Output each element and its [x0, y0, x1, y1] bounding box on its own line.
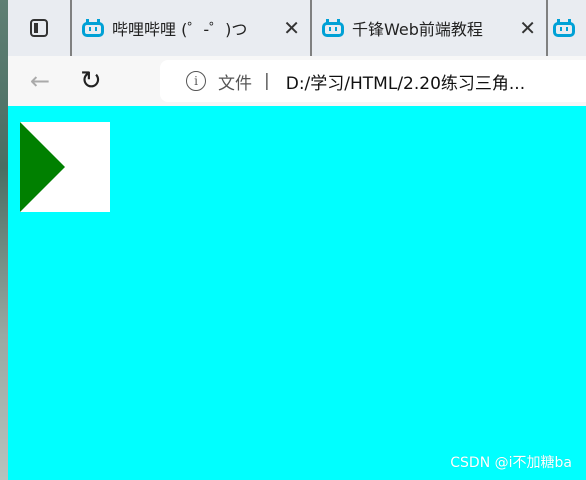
tab-partial[interactable]: [548, 0, 578, 56]
back-button[interactable]: ←: [30, 67, 80, 95]
tab-bilibili[interactable]: 哔哩哔哩 (゜-゜)つ ✕: [72, 0, 312, 56]
url-scheme-label: 文件: [218, 73, 252, 94]
tab-actions-icon: [30, 19, 48, 37]
desktop-background-strip: [0, 0, 8, 480]
white-box: [20, 122, 110, 212]
bilibili-tv-icon: [322, 19, 344, 37]
tab-qianfeng[interactable]: 千锋Web前端教程 ✕: [312, 0, 548, 56]
browser-window: 哔哩哔哩 (゜-゜)つ ✕ 千锋Web前端教程 ✕ ← ↻ i 文件 | D:/…: [8, 0, 586, 480]
csdn-watermark: CSDN @i不加糖ba: [450, 455, 572, 471]
refresh-button[interactable]: ↻: [80, 66, 122, 96]
url-separator: |: [264, 71, 270, 91]
bilibili-tv-icon: [82, 19, 104, 37]
green-triangle: [20, 122, 65, 212]
close-icon[interactable]: ✕: [283, 18, 300, 38]
bilibili-tv-icon: [553, 19, 575, 37]
page-content: CSDN @i不加糖ba: [8, 112, 586, 480]
tab-actions-button[interactable]: [8, 0, 72, 56]
tab-title: 哔哩哔哩 (゜-゜)つ: [112, 20, 248, 39]
info-icon[interactable]: i: [186, 71, 206, 91]
tab-title: 千锋Web前端教程: [352, 20, 483, 39]
url-field[interactable]: i 文件 | D:/学习/HTML/2.20练习三角...: [160, 60, 586, 102]
close-icon[interactable]: ✕: [519, 18, 536, 38]
tab-bar: 哔哩哔哩 (゜-゜)つ ✕ 千锋Web前端教程 ✕: [8, 0, 586, 56]
url-text[interactable]: D:/学习/HTML/2.20练习三角...: [286, 69, 525, 94]
address-bar: ← ↻ i 文件 | D:/学习/HTML/2.20练习三角...: [8, 56, 586, 106]
